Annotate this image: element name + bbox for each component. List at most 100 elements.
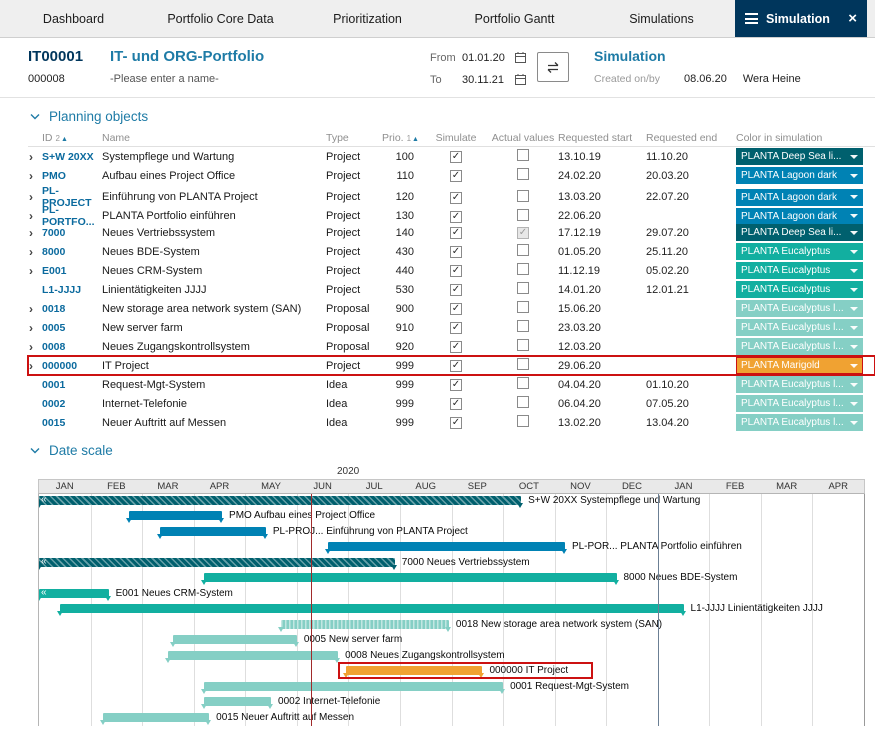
color-in-simulation-dropdown[interactable]: PLANTA Eucalyptus l...: [736, 376, 863, 393]
gantt-bar[interactable]: [281, 620, 449, 629]
gantt-bar[interactable]: [160, 527, 266, 536]
color-in-simulation-dropdown[interactable]: PLANTA Eucalyptus l...: [736, 414, 863, 431]
planning-row[interactable]: ›S+W 20XXSystempflege und WartungProject…: [28, 147, 875, 166]
simulate-checkbox[interactable]: ✓: [450, 227, 462, 239]
planning-row[interactable]: ›7000Neues VertriebssystemProject140✓✓17…: [28, 223, 875, 242]
hamburger-menu-icon[interactable]: [745, 13, 758, 24]
gantt-bar[interactable]: [168, 651, 338, 660]
color-in-simulation-dropdown[interactable]: PLANTA Deep Sea li...: [736, 224, 863, 241]
calendar-icon[interactable]: [514, 73, 527, 86]
actual-values-checkbox[interactable]: [517, 396, 529, 408]
color-in-simulation-dropdown[interactable]: PLANTA Lagoon dark: [736, 167, 863, 184]
actual-values-checkbox[interactable]: [517, 263, 529, 275]
calendar-icon[interactable]: [514, 51, 527, 64]
actual-values-checkbox[interactable]: [517, 190, 529, 202]
planning-row[interactable]: ›E001Neues CRM-SystemProject440✓11.12.19…: [28, 261, 875, 280]
color-in-simulation-dropdown[interactable]: PLANTA Eucalyptus l...: [736, 395, 863, 412]
planning-objects-section-header[interactable]: Planning objects: [0, 98, 875, 130]
column-header-actual-values[interactable]: Actual values: [488, 132, 558, 144]
planning-row[interactable]: ›8000Neues BDE-SystemProject430✓01.05.20…: [28, 242, 875, 261]
row-id[interactable]: L1-JJJJ: [42, 284, 102, 296]
row-id[interactable]: 7000: [42, 227, 102, 239]
color-in-simulation-dropdown[interactable]: PLANTA Eucalyptus l...: [736, 338, 863, 355]
expand-chevron-icon[interactable]: ›: [28, 342, 42, 352]
actual-values-checkbox[interactable]: [517, 320, 529, 332]
column-header-type[interactable]: Type: [326, 132, 382, 144]
expand-chevron-icon[interactable]: ›: [28, 211, 42, 221]
actual-values-checkbox[interactable]: [517, 301, 529, 313]
simulate-checkbox[interactable]: ✓: [450, 192, 462, 204]
simulate-checkbox[interactable]: ✓: [450, 211, 462, 223]
simulate-checkbox[interactable]: ✓: [450, 246, 462, 258]
portfolio-name-field[interactable]: -Please enter a name-: [110, 73, 430, 85]
row-id[interactable]: PMO: [42, 170, 102, 182]
row-id[interactable]: 8000: [42, 246, 102, 258]
color-in-simulation-dropdown[interactable]: PLANTA Eucalyptus: [736, 243, 863, 260]
actual-values-checkbox[interactable]: [517, 415, 529, 427]
actual-values-checkbox[interactable]: [517, 168, 529, 180]
row-id[interactable]: E001: [42, 265, 102, 277]
color-in-simulation-dropdown[interactable]: PLANTA Marigold: [736, 357, 863, 374]
planning-row[interactable]: ›0018New storage area network system (SA…: [28, 299, 875, 318]
date-scale-section-header[interactable]: Date scale: [0, 432, 875, 464]
gantt-bar[interactable]: «: [39, 589, 109, 598]
gantt-bar[interactable]: [173, 635, 297, 644]
simulate-checkbox[interactable]: ✓: [450, 417, 462, 429]
gantt-bar[interactable]: [129, 511, 222, 520]
gantt-bar[interactable]: «: [39, 496, 521, 505]
gantt-bar[interactable]: [60, 604, 684, 613]
simulate-checkbox[interactable]: ✓: [450, 341, 462, 353]
actual-values-checkbox[interactable]: ✓: [517, 227, 529, 239]
nav-tab-prioritization[interactable]: Prioritization: [294, 0, 441, 37]
simulate-checkbox[interactable]: ✓: [450, 379, 462, 391]
row-id[interactable]: 0008: [42, 341, 102, 353]
expand-chevron-icon[interactable]: ›: [28, 304, 42, 314]
column-header-requested-end[interactable]: Requested end: [646, 132, 736, 144]
simulate-checkbox[interactable]: ✓: [450, 170, 462, 182]
actual-values-checkbox[interactable]: [517, 244, 529, 256]
planning-row[interactable]: 0002Internet-TelefonieIdea999✓06.04.2007…: [28, 394, 875, 413]
planning-row[interactable]: L1-JJJJLinientätigkeiten JJJJProject530✓…: [28, 280, 875, 299]
expand-chevron-icon[interactable]: ›: [28, 266, 42, 276]
to-date-field[interactable]: 30.11.21: [462, 74, 514, 86]
simulate-checkbox[interactable]: ✓: [450, 398, 462, 410]
expand-chevron-icon[interactable]: ›: [28, 192, 42, 202]
expand-chevron-icon[interactable]: ›: [28, 152, 42, 162]
gantt-bar[interactable]: «: [39, 558, 395, 567]
expand-chevron-icon[interactable]: ›: [28, 323, 42, 333]
close-icon[interactable]: ×: [848, 10, 857, 27]
simulate-checkbox[interactable]: ✓: [450, 265, 462, 277]
gantt-bar[interactable]: [103, 713, 209, 722]
planning-row[interactable]: ›0005New server farmProposal910✓23.03.20…: [28, 318, 875, 337]
color-in-simulation-dropdown[interactable]: PLANTA Eucalyptus l...: [736, 300, 863, 317]
tab-simulation-active[interactable]: Simulation ×: [735, 0, 867, 37]
row-id[interactable]: 0015: [42, 417, 102, 429]
color-in-simulation-dropdown[interactable]: PLANTA Eucalyptus l...: [736, 319, 863, 336]
color-in-simulation-dropdown[interactable]: PLANTA Lagoon dark: [736, 189, 863, 206]
planning-row[interactable]: ›PMOAufbau eines Project OfficeProject11…: [28, 166, 875, 185]
column-header-id[interactable]: ID2▲: [42, 132, 102, 144]
planning-row[interactable]: 0001Request-Mgt-SystemIdea999✓04.04.2001…: [28, 375, 875, 394]
row-id[interactable]: PL-PORTFO...: [42, 204, 102, 228]
row-id[interactable]: S+W 20XX: [42, 151, 102, 163]
column-header-color-in-simulation[interactable]: Color in simulation: [736, 132, 863, 144]
simulate-checkbox[interactable]: ✓: [450, 322, 462, 334]
color-in-simulation-dropdown[interactable]: PLANTA Eucalyptus: [736, 281, 863, 298]
gantt-bar[interactable]: [204, 682, 503, 691]
nav-tab-simulations[interactable]: Simulations: [588, 0, 735, 37]
planning-row[interactable]: ›PL-PORTFO...PLANTA Portfolio einführenP…: [28, 204, 875, 223]
simulate-checkbox[interactable]: ✓: [450, 303, 462, 315]
nav-tab-dashboard[interactable]: Dashboard: [0, 0, 147, 37]
nav-tab-portfolio-gantt[interactable]: Portfolio Gantt: [441, 0, 588, 37]
color-in-simulation-dropdown[interactable]: PLANTA Deep Sea li...: [736, 148, 863, 165]
column-header-requested-start[interactable]: Requested start: [558, 132, 646, 144]
simulate-checkbox[interactable]: ✓: [450, 151, 462, 163]
column-header-prio[interactable]: Prio.1▲: [382, 132, 424, 144]
expand-chevron-icon[interactable]: ›: [28, 247, 42, 257]
row-id[interactable]: 0002: [42, 398, 102, 410]
row-id[interactable]: 000000: [42, 360, 102, 372]
from-date-field[interactable]: 01.01.20: [462, 52, 514, 64]
expand-chevron-icon[interactable]: ›: [28, 171, 42, 181]
nav-tab-portfolio-core-data[interactable]: Portfolio Core Data: [147, 0, 294, 37]
actual-values-checkbox[interactable]: [517, 209, 529, 221]
